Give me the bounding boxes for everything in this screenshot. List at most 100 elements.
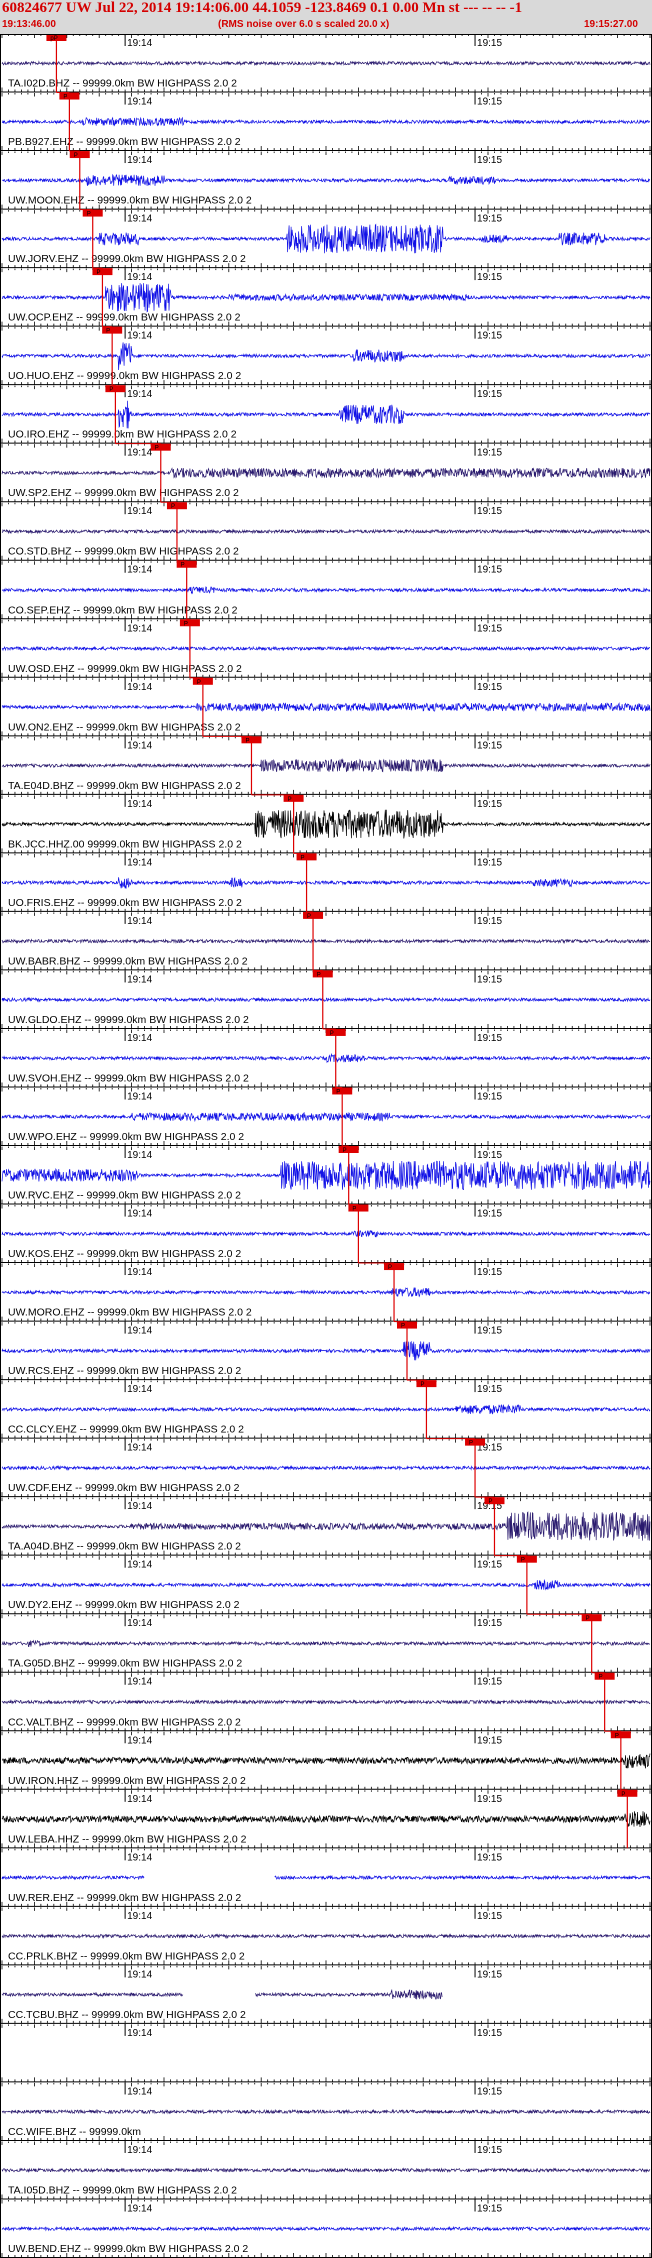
minute-label: 19:15 — [477, 214, 502, 225]
minute-label: 19:14 — [127, 1267, 152, 1278]
minute-label: 19:15 — [477, 97, 502, 108]
trace-label: UO.IRO.EHZ -- 99999.0km BW HIGHPASS 2.0 … — [8, 429, 237, 441]
trace-label: UW.MOON.EHZ -- 99999.0km BW HIGHPASS 2.0… — [8, 195, 252, 207]
trace-label: UW.BABR.BHZ -- 99999.0km BW HIGHPASS 2.0… — [8, 955, 248, 967]
trace-row: 19:14 19:15 UW.BABR.BHZ -- 99999.0km BW HI… — [0, 911, 652, 971]
waveform-trace — [1, 223, 651, 254]
minute-label: 19:15 — [477, 155, 502, 166]
pick-phase: P — [245, 738, 249, 744]
trace-label: CO.STD.BHZ -- 99999.0km BW HIGHPASS 2.0 … — [8, 546, 239, 558]
minute-label: 19:15 — [477, 1033, 502, 1044]
pick-phase: P — [307, 914, 311, 920]
pick-marker — [105, 385, 126, 393]
trace-row: 19:14 19:15 UW.MOON.EHZ -- 99999.0km BW HI… — [0, 150, 652, 210]
minute-label: 19:14 — [127, 565, 152, 576]
trace-row: 19:14 19:15 BK.JCC.HHZ.00 99999.0km BW HIG… — [0, 794, 652, 854]
pick-marker — [59, 92, 80, 100]
pick-marker — [283, 794, 304, 802]
trace-row: 19:14 19:15 UO.FRIS.EHZ -- 99999.0km BW HI… — [0, 852, 652, 912]
minute-label: 19:15 — [477, 740, 502, 751]
seismogram-plot: 19:14 19:15 TA.I02D.BHZ -- 99999.0km BW HI… — [0, 34, 652, 2258]
start-time: 19:13:46.00 — [2, 19, 56, 30]
minute-label: 19:15 — [477, 1326, 502, 1337]
minute-label: 19:14 — [127, 682, 152, 693]
trace-row: 19:14 19:15CC.CLCY.EHZ -- 99999.0km BW HI… — [0, 1379, 652, 1439]
trace-row: 19:14 19:15 UW.OSD.EHZ -- 99999.0km BW HIG… — [0, 618, 652, 678]
trace-label: UW.OCP.EHZ -- 99999.0km BW HIGHPASS 2.0 … — [8, 312, 241, 324]
pick-marker — [325, 1028, 346, 1036]
waveform-trace — [1, 173, 651, 187]
pick-phase: P — [109, 387, 113, 393]
waveform-trace — [1, 1340, 651, 1361]
minute-label: 19:14 — [127, 799, 152, 810]
minute-label: 19:15 — [477, 1091, 502, 1102]
minute-label: 19:15 — [477, 682, 502, 693]
minute-label: 19:14 — [127, 97, 152, 108]
pick-phase: P — [155, 446, 159, 452]
trace-label: UW.MORO.EHZ -- 99999.0km BW HIGHPASS 2.0… — [8, 1307, 252, 1319]
pick-phase: P — [171, 504, 175, 510]
minute-label: 19:14 — [127, 506, 152, 517]
minute-label: 19:14 — [127, 214, 152, 225]
trace-row: 19:14 19:15 UW.WPO.EHZ -- 99999.0km BW HIG… — [0, 1086, 652, 1146]
pick-marker — [82, 209, 103, 217]
trace-label: CO.SEP.EHZ -- 99999.0km BW HIGHPASS 2.0 … — [8, 604, 238, 616]
waveform-trace — [1, 400, 651, 429]
plot-header: 60824677 UW Jul 22, 2014 19:14:06.00 44.… — [0, 0, 652, 34]
minute-label: 19:14 — [127, 740, 152, 751]
trace-row: 19:14 19:15 TA.I02D.BHZ -- 99999.0km BW HI… — [0, 34, 652, 93]
trace-row: 19:14 19:15 UW.SVOH.EHZ -- 99999.0km BW HI… — [0, 1028, 652, 1088]
waveform-trace — [1, 938, 651, 944]
waveform-trace — [1, 758, 651, 773]
minute-label: 19:15 — [477, 389, 502, 400]
trace-row: 19:14 19:15 CO.SEP.EHZ -- 99999.0km BW HIG… — [0, 560, 652, 620]
pick-phase: P — [388, 1265, 392, 1271]
minute-label: 19:15 — [477, 974, 502, 985]
waveform-trace — [1, 701, 651, 712]
trace-label: UW.KOS.EHZ -- 99999.0km BW HIGHPASS 2.0 … — [8, 1248, 241, 1260]
minute-label: 19:15 — [477, 331, 502, 342]
waveform-trace — [1, 996, 651, 1003]
pick-phase: P — [301, 855, 305, 861]
pick-phase: P — [401, 1324, 405, 1330]
pick-phase: P — [336, 1089, 340, 1095]
trace-row: 19:14 19:15 UW.GLDO.EHZ -- 99999.0km BW HI… — [0, 969, 652, 1029]
pick-marker — [312, 970, 333, 978]
minute-label: 19:15 — [477, 1150, 502, 1161]
pick-marker — [332, 1087, 353, 1095]
trace-row: 19:14 19:15 UW.SP2.EHZ -- 99999.0km BW HIG… — [0, 443, 652, 503]
waveform-trace — [1, 645, 651, 652]
trace-label: PB.B927.EHZ -- 99999.0km BW HIGHPASS 2.0… — [8, 136, 241, 148]
pick-marker — [166, 502, 187, 510]
waveform-trace — [1, 876, 651, 889]
pick-marker — [384, 1263, 405, 1271]
trace-row: 19:14 19:15 UO.IRO.EHZ -- 99999.0km BW HIG… — [0, 384, 652, 444]
pick-phase: P — [74, 153, 78, 159]
pick-marker — [179, 619, 200, 627]
minute-label: 19:15 — [477, 506, 502, 517]
minute-label: 19:14 — [127, 331, 152, 342]
trace-label: UO.HUO.EHZ -- 99999.0km BW HIGHPASS 2.0 … — [8, 370, 241, 382]
waveform-trace — [1, 1160, 651, 1191]
minute-label: 19:15 — [477, 272, 502, 283]
trace-row: 19:14 19:15 UO.HUO.EHZ -- 99999.0km BW HIG… — [0, 326, 652, 386]
trace-label: UW.RCS.EHZ -- 99999.0km BW HIGHPASS 2.0 … — [8, 1365, 241, 1377]
minute-label: 19:15 — [477, 623, 502, 634]
trace-row: 19:14 19:15 UW.KOS.EHZ -- 99999.0km BW HIG… — [0, 1204, 652, 1264]
trace-label: UW.ON2.EHZ -- 99999.0km BW HIGHPASS 2.0 … — [8, 721, 241, 733]
trace-label: UW.OSD.EHZ -- 99999.0km BW HIGHPASS 2.0 … — [8, 663, 242, 675]
trace-label: UW.GLDO.EHZ -- 99999.0km BW HIGHPASS 2.0… — [8, 1014, 249, 1026]
trace-row: 19:14 19:15 CO.STD.BHZ -- 99999.0km BW HIG… — [0, 501, 652, 561]
pick-phase: P — [96, 270, 100, 276]
minute-label: 19:14 — [127, 1033, 152, 1044]
trace-row: 19:14 19:15 UW.MORO.EHZ -- 99999.0km BW HI… — [0, 1262, 652, 1322]
minute-label: 19:14 — [127, 1209, 152, 1220]
trace-label: BK.JCC.HHZ.00 99999.0km BW HIGHPASS 2.0 … — [8, 838, 242, 850]
minute-label: 19:14 — [127, 272, 152, 283]
trace-row: 19:14 19:15 UW.RVC.EHZ -- 99999.0km BW HIG… — [0, 1145, 652, 1205]
waveform-trace — [1, 342, 651, 371]
minute-label: 19:15 — [477, 857, 502, 868]
trace-label: UW.WPO.EHZ -- 99999.0km BW HIGHPASS 2.0 … — [8, 1131, 244, 1143]
pick-phase: P — [106, 329, 110, 335]
trace-label: UW.SVOH.EHZ -- 99999.0km BW HIGHPASS 2.0… — [8, 1072, 249, 1084]
